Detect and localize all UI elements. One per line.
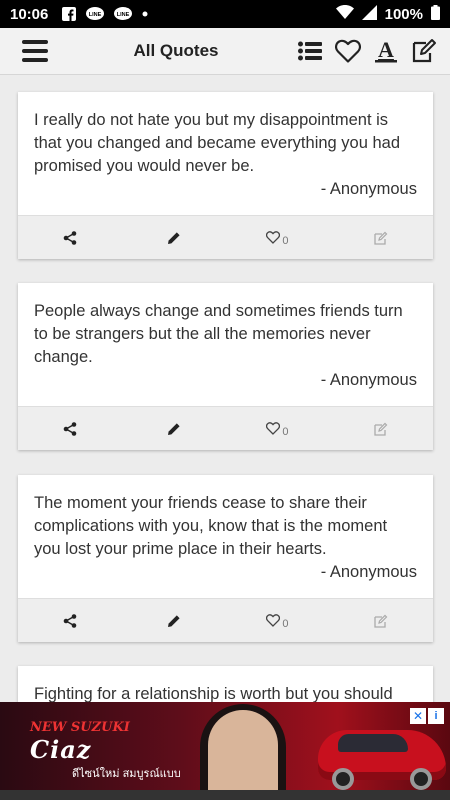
- dot-icon: [142, 11, 148, 17]
- edit-note-icon: [374, 231, 388, 245]
- pencil-icon: [167, 422, 180, 435]
- edit-button[interactable]: [122, 216, 226, 259]
- pencil-icon: [167, 614, 180, 627]
- quote-author: - Anonymous: [320, 371, 417, 389]
- heart-icon: [266, 231, 281, 244]
- ad-brand: NEW SUZUKI Ciaz: [30, 720, 130, 764]
- wifi-icon: [335, 5, 354, 23]
- quotes-feed[interactable]: I really do not hate you but my disappoi…: [0, 75, 450, 702]
- quote-toolbar: 0: [18, 598, 433, 642]
- ad-close-button[interactable]: ✕: [410, 708, 426, 724]
- share-button[interactable]: [18, 599, 122, 642]
- ad-car-wheel: [410, 768, 432, 790]
- quote-card: The moment your friends cease to share t…: [18, 475, 433, 642]
- battery-icon: [431, 4, 440, 24]
- quote-toolbar: 0: [18, 406, 433, 450]
- share-button[interactable]: [18, 216, 122, 259]
- quote-author: - Anonymous: [320, 180, 417, 198]
- status-time: 10:06: [10, 5, 49, 23]
- pencil-icon: [167, 231, 180, 244]
- category-list-icon[interactable]: [296, 36, 324, 66]
- ad-tagline: ดีไซน์ใหม่ สมบูรณ์แบบ: [72, 768, 181, 780]
- battery-percent: 100%: [384, 5, 423, 23]
- write-quote-icon[interactable]: [410, 36, 438, 66]
- status-right: 100%: [335, 4, 440, 24]
- line-icon: LINE: [114, 7, 133, 21]
- edit-note-icon: [374, 614, 388, 628]
- like-count: 0: [282, 425, 289, 438]
- font-icon[interactable]: A: [372, 36, 400, 66]
- like-button[interactable]: 0: [226, 216, 330, 259]
- quote-text: People always change and sometimes frien…: [34, 302, 403, 366]
- heart-icon: [266, 614, 281, 627]
- edit-quote-button[interactable]: [329, 216, 433, 259]
- quote-toolbar: 0: [18, 215, 433, 259]
- edit-button[interactable]: [122, 407, 226, 450]
- quote-card: Fighting for a relationship is worth but…: [18, 666, 433, 702]
- like-button[interactable]: 0: [226, 407, 330, 450]
- svg-text:LINE: LINE: [117, 12, 130, 18]
- ad-info-icon[interactable]: i: [428, 708, 444, 724]
- quote-text: Fighting for a relationship is worth but…: [34, 685, 393, 702]
- like-count: 0: [282, 234, 289, 247]
- share-icon: [63, 613, 77, 628]
- status-bar: 10:06 LINE LINE 100%: [0, 0, 450, 28]
- ad-banner[interactable]: NEW SUZUKI Ciaz ดีไซน์ใหม่ สมบูรณ์แบบ ✕ …: [0, 702, 450, 800]
- ad-brand-new: NEW SUZUKI: [30, 720, 130, 735]
- ad-model-face: [208, 710, 278, 800]
- svg-text:LINE: LINE: [89, 12, 102, 18]
- edit-button[interactable]: [122, 599, 226, 642]
- share-button[interactable]: [18, 407, 122, 450]
- quote-card: People always change and sometimes frien…: [18, 283, 433, 450]
- quote-author: - Anonymous: [320, 563, 417, 581]
- share-icon: [63, 230, 77, 245]
- line-icon: LINE: [86, 7, 105, 21]
- ad-car-wheel: [332, 768, 354, 790]
- svg-text:A: A: [378, 38, 394, 62]
- edit-quote-button[interactable]: [329, 599, 433, 642]
- share-icon: [63, 421, 77, 436]
- signal-icon: [361, 4, 377, 24]
- ad-model: Ciaz: [30, 735, 92, 764]
- facebook-icon: [62, 7, 77, 21]
- like-count: 0: [282, 617, 289, 630]
- quote-card: I really do not hate you but my disappoi…: [18, 92, 433, 259]
- bottom-strip: [0, 790, 450, 800]
- edit-quote-button[interactable]: [329, 407, 433, 450]
- favorites-heart-icon[interactable]: [334, 36, 362, 66]
- edit-note-icon: [374, 422, 388, 436]
- heart-icon: [266, 422, 281, 435]
- like-button[interactable]: 0: [226, 599, 330, 642]
- ad-car-window: [338, 734, 408, 752]
- app-bar: All Quotes A: [0, 28, 450, 75]
- quote-text: I really do not hate you but my disappoi…: [34, 111, 401, 175]
- app-bar-actions: A: [296, 36, 438, 66]
- quote-text: The moment your friends cease to share t…: [34, 494, 388, 558]
